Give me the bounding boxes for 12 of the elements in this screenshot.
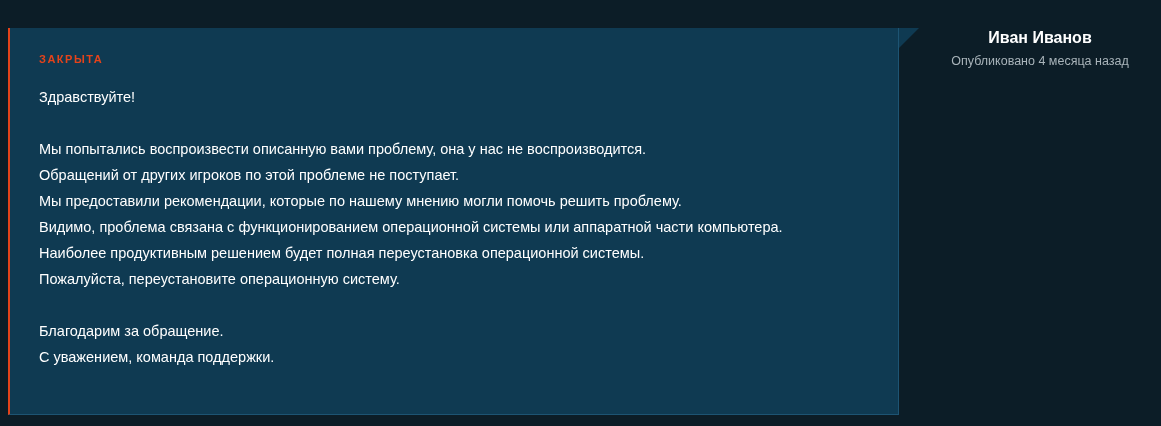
message-line: Наиболее продуктивным решением будет полная переустановка операционной системы. [39,244,645,263]
message-line: С уважением, команда поддержки. [39,348,275,367]
author-name: Иван Иванов [988,28,1092,48]
message-line: Мы предоставили рекомендации, которые по нашему мнению могли помочь решить проблему. [39,192,682,211]
message-line: Мы попытались воспроизвести описанную вами проблему, она у нас не воспроизводится. [39,140,647,159]
message-line: Здравствуйте! [39,88,136,107]
message-line: Обращений от других игроков по этой проблеме не поступает. [39,166,460,185]
message-line: Видимо, проблема связана с функционированием операционной системы или аппаратной части компьютера. [39,218,783,237]
published-date: Опубликовано 4 месяца назад [951,53,1129,70]
message-line: Пожалуйста, переустановите операционную систему. [39,270,400,289]
message-line: Благодарим за обращение. [39,322,224,341]
status-label: ЗАКРЫТА [39,52,105,66]
